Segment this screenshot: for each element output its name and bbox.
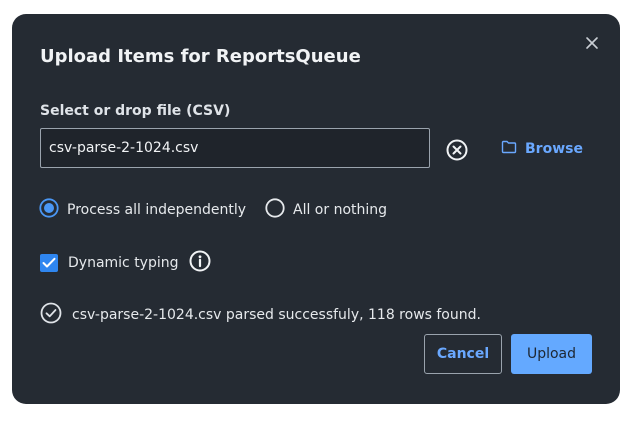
upload-button[interactable]: Upload — [511, 334, 592, 374]
cancel-button[interactable]: Cancel — [424, 334, 502, 374]
radio-all-or-nothing[interactable]: All or nothing — [265, 198, 388, 222]
dynamic-typing-label: Dynamic typing — [68, 255, 179, 271]
radio-unselected-icon — [265, 198, 285, 222]
file-field-label: Select or drop file (CSV) — [40, 103, 231, 119]
browse-button[interactable]: Browse — [501, 138, 583, 160]
info-icon[interactable] — [189, 250, 211, 276]
upload-dialog: Upload Items for ReportsQueue Select or … — [12, 14, 620, 404]
dynamic-typing-row: Dynamic typing — [40, 250, 211, 276]
file-input[interactable] — [40, 128, 430, 168]
parse-status: csv-parse-2-1024.csv parsed successfuly,… — [40, 302, 481, 328]
close-icon[interactable] — [583, 34, 601, 52]
folder-icon — [501, 140, 517, 158]
browse-label: Browse — [525, 141, 583, 157]
radio-process-all-independently[interactable]: Process all independently — [39, 198, 247, 222]
dynamic-typing-checkbox[interactable] — [40, 254, 58, 272]
dialog-title: Upload Items for ReportsQueue — [40, 46, 361, 67]
radio-label: Process all independently — [67, 202, 247, 218]
check-circle-icon — [40, 302, 62, 328]
radio-label: All or nothing — [293, 202, 388, 218]
radio-selected-icon — [39, 198, 59, 222]
status-message: csv-parse-2-1024.csv parsed successfuly,… — [72, 307, 481, 323]
clear-circle-x-icon[interactable] — [445, 138, 469, 162]
